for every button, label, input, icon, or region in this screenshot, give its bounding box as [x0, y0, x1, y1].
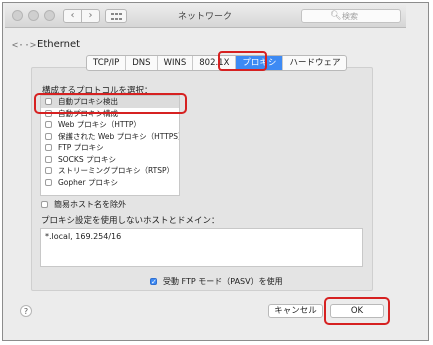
protocol-label: 保護された Web プロキシ（HTTPS）	[58, 131, 180, 141]
exclude-simple-hostnames-label: 簡易ホスト名を除外	[54, 200, 126, 209]
zoom-window-button[interactable]	[44, 10, 55, 21]
protocol-item-rtsp[interactable]: ストリーミングプロキシ（RTSP）	[41, 165, 179, 177]
interface-title: Ethernet	[37, 39, 81, 50]
forward-button[interactable]: ›	[81, 9, 100, 23]
exclude-simple-hostnames-checkbox[interactable]	[41, 201, 48, 208]
passive-ftp-option[interactable]: ✓ 受動 FTP モード（PASV）を使用	[150, 276, 283, 287]
ok-button-highlight	[324, 297, 390, 325]
tab-dns[interactable]: DNS	[126, 56, 158, 70]
protocol-label: ストリーミングプロキシ（RTSP）	[58, 166, 175, 176]
checkbox[interactable]	[45, 167, 52, 175]
ethernet-icon: <··>	[12, 40, 37, 51]
exclude-simple-hostnames[interactable]: 簡易ホスト名を除外	[41, 199, 126, 210]
passive-ftp-label: 受動 FTP モード（PASV）を使用	[163, 277, 283, 286]
tab-tcpip[interactable]: TCP/IP	[87, 56, 127, 70]
bypass-hosts-field[interactable]: *.local, 169.254/16	[40, 228, 363, 267]
checkbox[interactable]	[45, 132, 52, 140]
tab-wins[interactable]: WINS	[158, 56, 194, 70]
checkbox[interactable]	[45, 144, 52, 152]
title-bar: ‹ › ネットワーク 🔍︎ 検索	[5, 5, 406, 28]
auto-discovery-highlight	[34, 93, 187, 114]
show-all-grid-button[interactable]	[105, 9, 127, 23]
search-field[interactable]: 🔍︎ 検索	[301, 9, 401, 23]
protocol-label: Gopher プロキシ	[58, 177, 118, 187]
search-placeholder: 検索	[342, 12, 358, 21]
protocol-label: SOCKS プロキシ	[58, 154, 116, 164]
protocol-item-http[interactable]: Web プロキシ（HTTP）	[41, 119, 179, 131]
help-button[interactable]: ?	[20, 305, 32, 317]
passive-ftp-checkbox[interactable]: ✓	[150, 278, 157, 286]
search-icon: 🔍︎	[330, 11, 342, 21]
proxy-tab-highlight	[218, 51, 267, 71]
protocol-item-ftp[interactable]: FTP プロキシ	[41, 142, 179, 154]
close-window-button[interactable]	[12, 10, 23, 21]
window-title: ネットワーク	[177, 12, 232, 22]
checkbox[interactable]	[45, 155, 52, 163]
minimize-window-button[interactable]	[28, 10, 39, 21]
tab-bar: TCP/IP DNS WINS 802.1X プロキシ ハードウェア	[86, 55, 348, 71]
tab-hardware[interactable]: ハードウェア	[283, 56, 346, 70]
protocol-item-gopher[interactable]: Gopher プロキシ	[41, 177, 179, 189]
protocol-label: Web プロキシ（HTTP）	[58, 120, 141, 130]
protocol-item-socks[interactable]: SOCKS プロキシ	[41, 154, 179, 166]
cancel-button[interactable]: キャンセル	[268, 304, 323, 318]
protocol-item-https[interactable]: 保護された Web プロキシ（HTTPS）	[41, 131, 179, 143]
checkbox[interactable]	[45, 121, 52, 129]
bypass-label: プロキシ設定を使用しないホストとドメイン：	[41, 216, 220, 226]
protocol-label: FTP プロキシ	[58, 143, 104, 153]
checkbox[interactable]	[45, 178, 52, 186]
back-button[interactable]: ‹	[63, 9, 82, 23]
